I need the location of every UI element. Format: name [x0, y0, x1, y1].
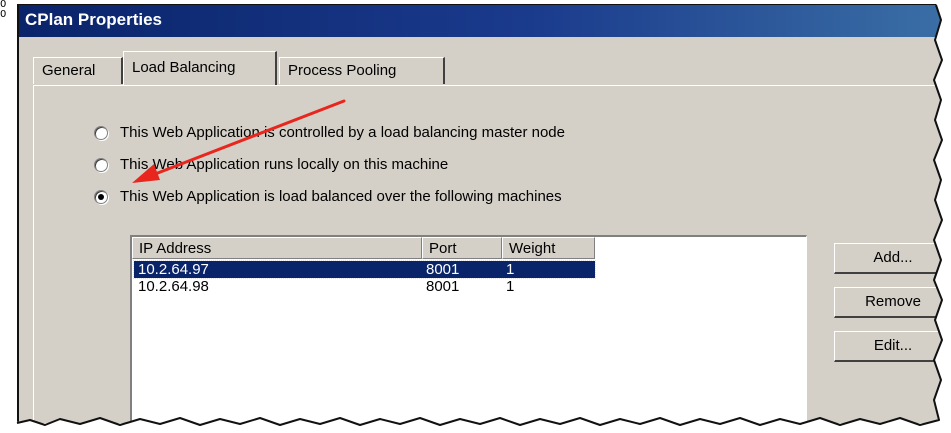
radio-label-load-balanced: This Web Application is load balanced ov… — [120, 188, 562, 205]
machine-row-1-ip: 10.2.64.97 — [138, 261, 209, 278]
radio-button-load-balanced[interactable] — [94, 189, 108, 204]
tab-process-pooling-label: Process Pooling — [288, 62, 397, 79]
radio-option-load-balanced[interactable]: This Web Application is load balanced ov… — [94, 188, 562, 205]
tab-load-balancing[interactable]: Load Balancing — [123, 51, 277, 85]
machine-row-2-port: 8001 — [426, 278, 460, 295]
radio-option-local[interactable]: This Web Application runs locally on thi… — [94, 156, 448, 173]
remove-button[interactable]: Remove — [834, 287, 941, 318]
column-header-ip-address[interactable]: IP Address — [132, 237, 422, 259]
radio-button-master-node[interactable] — [94, 125, 108, 140]
column-header-weight[interactable]: Weight — [502, 237, 595, 259]
edge-label-second: 0 — [0, 9, 7, 20]
machine-list-header: IP Address Port Weight — [132, 237, 595, 259]
machine-row-1-weight: 1 — [506, 261, 515, 278]
tab-general-label: General — [42, 62, 96, 79]
title-bar[interactable]: CPlan Properties — [19, 5, 941, 37]
radio-button-local[interactable] — [94, 157, 108, 172]
radio-label-master-node: This Web Application is controlled by a … — [120, 124, 565, 141]
machine-row-2-ip: 10.2.64.98 — [138, 278, 209, 295]
radio-option-master-node[interactable]: This Web Application is controlled by a … — [94, 124, 565, 141]
tab-process-pooling[interactable]: Process Pooling — [279, 57, 445, 84]
machine-row-1-port: 8001 — [426, 261, 460, 278]
machine-row-2[interactable]: 10.2.64.98 8001 1 — [134, 278, 595, 295]
machine-row-1[interactable]: 10.2.64.97 8001 1 — [133, 260, 596, 279]
properties-dialog: CPlan Properties General Load Balancing … — [17, 4, 941, 423]
dialog-title: CPlan Properties — [25, 10, 162, 29]
tab-panel-load-balancing: This Web Application is controlled by a … — [33, 85, 941, 423]
machine-list[interactable]: IP Address Port Weight 10.2.64.97 8001 1… — [130, 235, 807, 423]
add-button[interactable]: Add... — [834, 243, 941, 274]
edit-button[interactable]: Edit... — [834, 331, 941, 362]
tab-general[interactable]: General — [33, 57, 123, 84]
radio-label-local: This Web Application runs locally on thi… — [120, 156, 449, 173]
column-header-port[interactable]: Port — [422, 237, 502, 259]
tab-load-balancing-label: Load Balancing — [132, 59, 236, 76]
machine-row-2-weight: 1 — [506, 278, 515, 295]
